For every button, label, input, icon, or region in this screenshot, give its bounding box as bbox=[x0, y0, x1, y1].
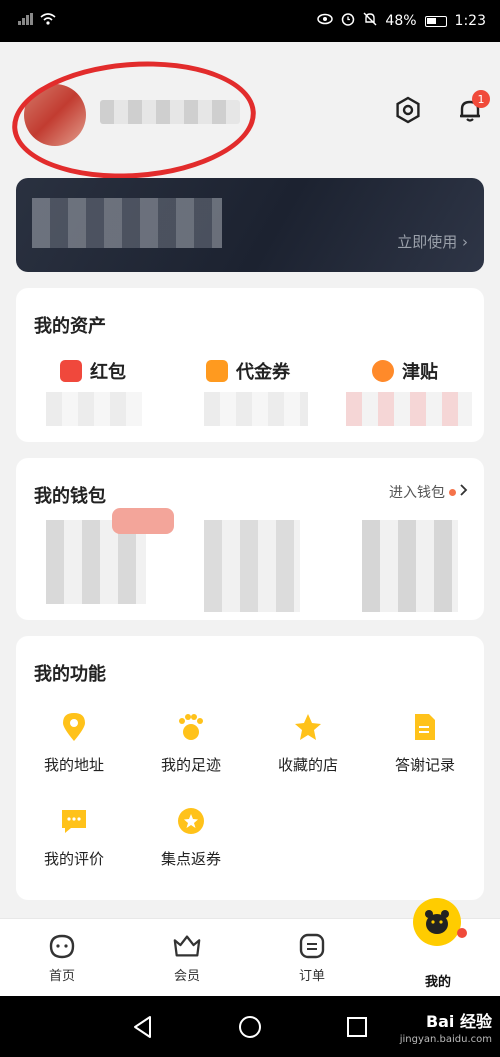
home-circle-icon[interactable] bbox=[237, 1014, 263, 1040]
asset-voucher[interactable]: 代金券 bbox=[206, 358, 290, 384]
func-label: 我的地址 bbox=[43, 756, 104, 774]
voucher-value-blurred bbox=[204, 392, 308, 426]
mine-mascot-icon[interactable] bbox=[413, 898, 461, 946]
location-pin-icon bbox=[59, 712, 89, 742]
star-icon bbox=[293, 712, 323, 742]
chevron-right-icon bbox=[460, 484, 468, 500]
asset-label: 红包 bbox=[90, 362, 126, 383]
red-packet-value-blurred bbox=[46, 392, 142, 426]
back-triangle-icon[interactable] bbox=[130, 1014, 156, 1040]
mine-notification-dot bbox=[457, 928, 467, 938]
red-annotation-circle bbox=[8, 53, 260, 187]
asset-red-packet[interactable]: 红包 bbox=[60, 358, 126, 384]
baidu-watermark: Bai 经验 bbox=[425, 1012, 492, 1031]
eye-icon bbox=[317, 13, 334, 29]
tab-label: 订单 bbox=[298, 969, 325, 984]
banner-text-blurred bbox=[32, 198, 222, 248]
func-label: 收藏的店 bbox=[277, 756, 338, 774]
notification-badge: 1 bbox=[472, 90, 490, 108]
money-bag-icon bbox=[372, 360, 394, 382]
star-coin-icon bbox=[176, 806, 206, 836]
profile-header: 1 bbox=[0, 42, 500, 187]
baidu-watermark-url: jingyan.baidu.com bbox=[399, 1034, 492, 1045]
settings-hexagon-icon[interactable] bbox=[392, 94, 424, 126]
functions-card: 我的功能 我的地址 我的足迹 收藏的店 答谢记录 我的评价 集点返券 bbox=[16, 636, 484, 900]
tab-mine[interactable]: 我的 bbox=[388, 971, 488, 990]
func-label: 我的足迹 bbox=[160, 756, 221, 774]
alarm-icon bbox=[341, 12, 355, 30]
paw-icon bbox=[176, 712, 206, 742]
order-list-icon bbox=[297, 931, 327, 961]
asset-label: 代金券 bbox=[236, 362, 290, 383]
tab-home[interactable]: 首页 bbox=[12, 931, 112, 984]
recents-square-icon[interactable] bbox=[344, 1014, 370, 1040]
voucher-icon bbox=[206, 360, 228, 382]
clock-time: 1:23 bbox=[454, 13, 486, 29]
tab-label: 首页 bbox=[48, 969, 75, 984]
home-face-icon bbox=[47, 931, 77, 961]
enter-wallet-link[interactable]: 进入钱包 bbox=[389, 482, 468, 502]
document-icon bbox=[410, 712, 440, 742]
status-left bbox=[18, 13, 56, 29]
wallet-item-1-highlight-blurred bbox=[112, 508, 174, 534]
mute-bell-icon bbox=[363, 12, 377, 30]
func-label: 集点返券 bbox=[160, 850, 221, 868]
assets-title: 我的资产 bbox=[34, 316, 106, 337]
assets-card: 我的资产 红包 代金券 津贴 bbox=[16, 288, 484, 442]
func-favorite-shops[interactable]: 收藏的店 bbox=[253, 712, 363, 775]
allowance-value-blurred bbox=[346, 392, 472, 426]
battery-level: 48% bbox=[385, 13, 417, 29]
status-right: 48% 1:23 bbox=[317, 12, 486, 30]
func-my-footprints[interactable]: 我的足迹 bbox=[136, 712, 246, 775]
wallet-item-2-blurred[interactable] bbox=[204, 520, 300, 612]
functions-title: 我的功能 bbox=[34, 664, 106, 685]
battery-icon bbox=[424, 15, 447, 27]
func-thank-records[interactable]: 答谢记录 bbox=[370, 712, 480, 775]
wallet-dot-indicator bbox=[449, 488, 456, 496]
tab-membership[interactable]: 会员 bbox=[137, 931, 237, 984]
func-my-address[interactable]: 我的地址 bbox=[19, 712, 129, 775]
tab-orders[interactable]: 订单 bbox=[262, 931, 362, 984]
profile-page: 1 立即使用 › 我的资产 红包 代金券 津贴 我的钱包 进入钱包 我的功能 我… bbox=[0, 42, 500, 918]
wallet-title: 我的钱包 bbox=[34, 486, 106, 507]
asset-label: 津贴 bbox=[402, 362, 438, 383]
func-label: 我的评价 bbox=[43, 850, 104, 868]
tab-label: 会员 bbox=[173, 969, 200, 984]
membership-banner[interactable]: 立即使用 › bbox=[16, 178, 484, 272]
wifi-icon bbox=[40, 13, 56, 29]
red-packet-icon bbox=[60, 360, 82, 382]
comment-icon bbox=[59, 806, 89, 836]
android-nav-bar: Bai 经验 jingyan.baidu.com bbox=[0, 996, 500, 1057]
func-label: 答谢记录 bbox=[394, 756, 455, 774]
signal-icon bbox=[18, 13, 34, 29]
banner-use-now-link[interactable]: 立即使用 › bbox=[397, 231, 468, 252]
enter-wallet-label: 进入钱包 bbox=[389, 485, 445, 501]
func-collect-points[interactable]: 集点返券 bbox=[136, 806, 246, 869]
func-my-reviews[interactable]: 我的评价 bbox=[19, 806, 129, 869]
tab-label: 我的 bbox=[424, 975, 451, 990]
wallet-card: 我的钱包 进入钱包 bbox=[16, 458, 484, 620]
crown-face-icon bbox=[172, 931, 202, 961]
wallet-item-3-blurred[interactable] bbox=[362, 520, 458, 612]
asset-allowance[interactable]: 津贴 bbox=[372, 358, 438, 384]
status-bar: 48% 1:23 bbox=[0, 0, 500, 42]
